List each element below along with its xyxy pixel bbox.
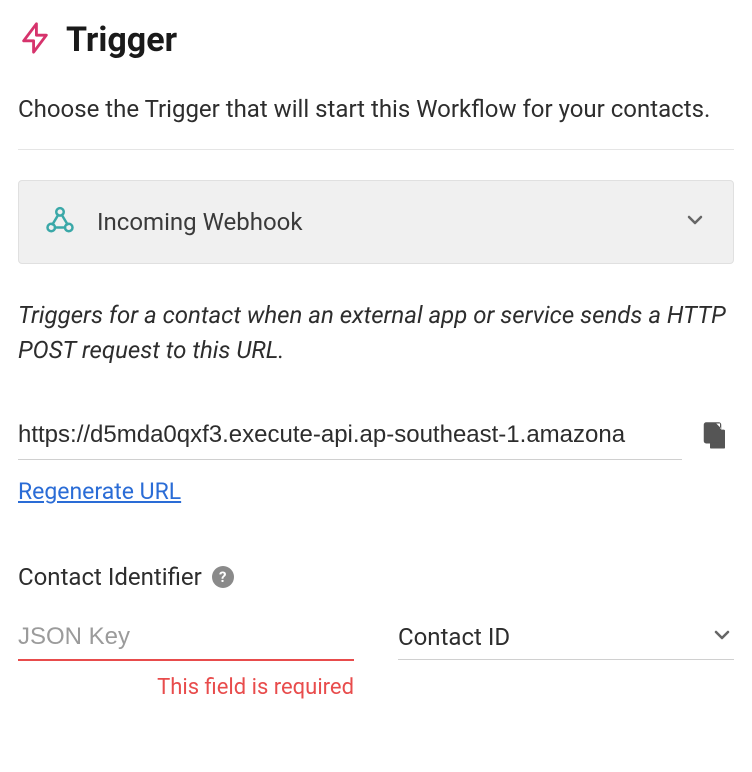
divider (18, 149, 734, 150)
json-key-error: This field is required (18, 675, 354, 700)
contact-identifier-label-row: Contact Identifier ? (18, 563, 734, 591)
regenerate-url-link[interactable]: Regenerate URL (18, 478, 181, 505)
chevron-down-icon (710, 623, 734, 651)
webhook-url-input[interactable] (18, 415, 682, 460)
help-icon[interactable]: ? (212, 566, 234, 588)
json-key-column: This field is required (18, 619, 354, 700)
trigger-type-label: Incoming Webhook (97, 208, 661, 236)
trigger-type-select[interactable]: Incoming Webhook (18, 180, 734, 264)
chevron-down-icon (683, 208, 707, 236)
trigger-description: Triggers for a contact when an external … (18, 298, 734, 368)
webhook-url-row (18, 415, 734, 460)
id-type-select[interactable]: Contact ID (398, 619, 734, 660)
page-description: Choose the Trigger that will start this … (18, 92, 734, 127)
json-key-input[interactable] (18, 619, 354, 661)
contact-identifier-fields: This field is required Contact ID (18, 619, 734, 700)
page-header: Trigger (18, 20, 734, 60)
bolt-icon (18, 21, 52, 59)
id-type-value: Contact ID (398, 623, 510, 651)
copy-icon (700, 439, 730, 454)
contact-identifier-label: Contact Identifier (18, 563, 202, 591)
copy-url-button[interactable] (696, 417, 734, 458)
page-title: Trigger (66, 20, 177, 60)
id-type-column: Contact ID (398, 619, 734, 700)
webhook-icon (45, 205, 75, 239)
